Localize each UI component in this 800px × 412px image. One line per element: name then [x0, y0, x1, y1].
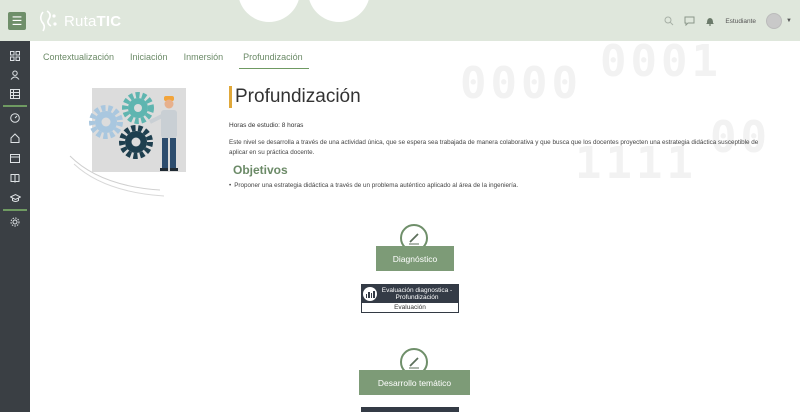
chat-icon[interactable] — [684, 16, 695, 26]
users-icon — [10, 70, 20, 80]
activity-card-partial[interactable] — [361, 407, 459, 412]
activity-card-header — [362, 408, 458, 412]
home-icon — [10, 133, 20, 143]
level-tabs: Contextualización Iniciación Inmersión P… — [43, 52, 319, 69]
activity-card[interactable]: Evaluación diagnostica - Profundización … — [361, 284, 459, 313]
hamburger-icon: ☰ — [11, 14, 23, 28]
user-avatar[interactable] — [766, 13, 783, 29]
menu-button[interactable]: ☰ — [8, 12, 26, 30]
binary-decoration: 0001 — [600, 36, 722, 87]
chevron-down-icon[interactable]: ▼ — [786, 18, 792, 24]
tab-inmersion[interactable]: Inmersión — [184, 52, 230, 69]
brand-name: RutaTIC — [64, 12, 122, 30]
bell-icon[interactable] — [705, 16, 715, 26]
logo-icon — [39, 10, 57, 32]
sidebar-item-calendar-grid[interactable] — [0, 85, 30, 103]
tab-iniciacion[interactable]: Iniciación — [130, 52, 174, 69]
title-accent-bar — [229, 86, 232, 108]
binary-decoration: 0000 — [460, 58, 582, 109]
gears-illustration — [69, 88, 186, 197]
activity-card-header: Evaluación diagnostica - Profundización — [362, 285, 458, 303]
sidebar-item-graduation[interactable] — [0, 189, 30, 207]
sidebar-item-book[interactable] — [0, 169, 30, 187]
sidebar-item-settings[interactable] — [0, 213, 30, 231]
sidebar-item-home[interactable] — [0, 129, 30, 147]
tab-profundizacion[interactable]: Profundización — [239, 52, 309, 69]
header-bubble — [238, 0, 300, 22]
calendar-icon — [10, 154, 20, 163]
top-bar: ☰ RutaTIC Estudiante ▼ — [0, 0, 800, 41]
gauge-icon — [10, 113, 20, 123]
sidebar — [0, 41, 30, 412]
sidebar-divider — [3, 105, 27, 107]
gear-icon — [10, 217, 20, 227]
logo[interactable]: RutaTIC — [38, 9, 121, 33]
user-name[interactable]: Estudiante — [725, 18, 756, 25]
page-title: Profundización — [235, 86, 361, 107]
calendar-grid-icon — [10, 89, 20, 99]
search-icon[interactable] — [664, 16, 674, 26]
sidebar-item-dashboard[interactable] — [0, 47, 30, 65]
top-icons: Estudiante ▼ — [664, 13, 792, 29]
tab-contextualizacion[interactable]: Contextualización — [43, 52, 120, 69]
sidebar-divider — [3, 209, 27, 211]
sidebar-item-users[interactable] — [0, 66, 30, 84]
book-icon — [10, 174, 20, 183]
graduation-cap-icon — [9, 193, 21, 202]
section-diagnostico-label[interactable]: Diagnóstico — [376, 246, 454, 271]
header-bubble — [308, 0, 370, 22]
activity-type: Evaluación — [394, 304, 426, 311]
level-description: Este nivel se desarrolla a través de una… — [229, 139, 759, 156]
activity-title: Evaluación diagnostica - Profundización — [381, 287, 453, 301]
objective-item: Proponer una estrategia didáctica a trav… — [229, 182, 518, 189]
bar-chart-icon — [363, 287, 377, 301]
objectives-heading: Objetivos — [233, 163, 288, 177]
section-desarrollo-label[interactable]: Desarrollo temático — [359, 370, 470, 395]
sidebar-item-calendar[interactable] — [0, 149, 30, 167]
dashboard-icon — [10, 51, 20, 61]
study-hours: Horas de estudio: 8 horas — [229, 122, 304, 129]
sidebar-item-gauge[interactable] — [0, 109, 30, 127]
